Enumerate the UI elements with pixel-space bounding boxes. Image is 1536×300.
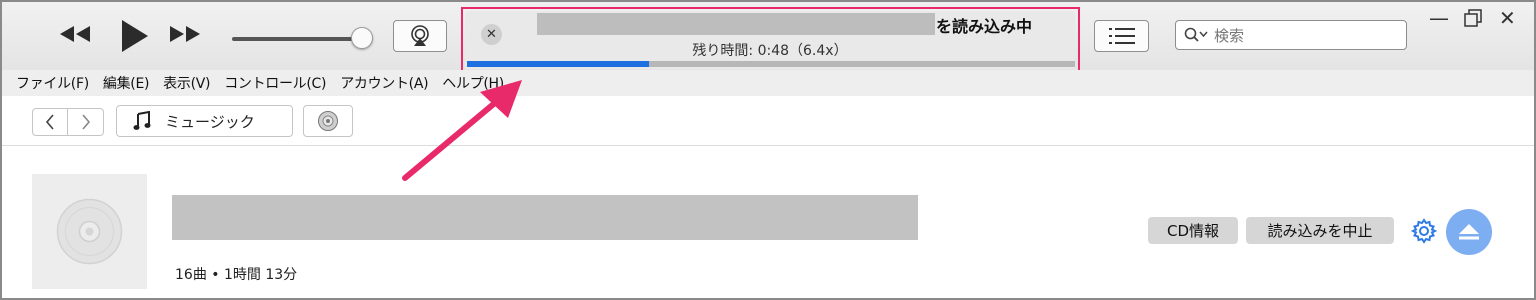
annotation-arrow xyxy=(402,80,522,181)
itunes-window: ✕ を読み込み中 残り時間: 0:48（6.4x） 検索 — ✕ ファイル(F)… xyxy=(0,0,1536,300)
